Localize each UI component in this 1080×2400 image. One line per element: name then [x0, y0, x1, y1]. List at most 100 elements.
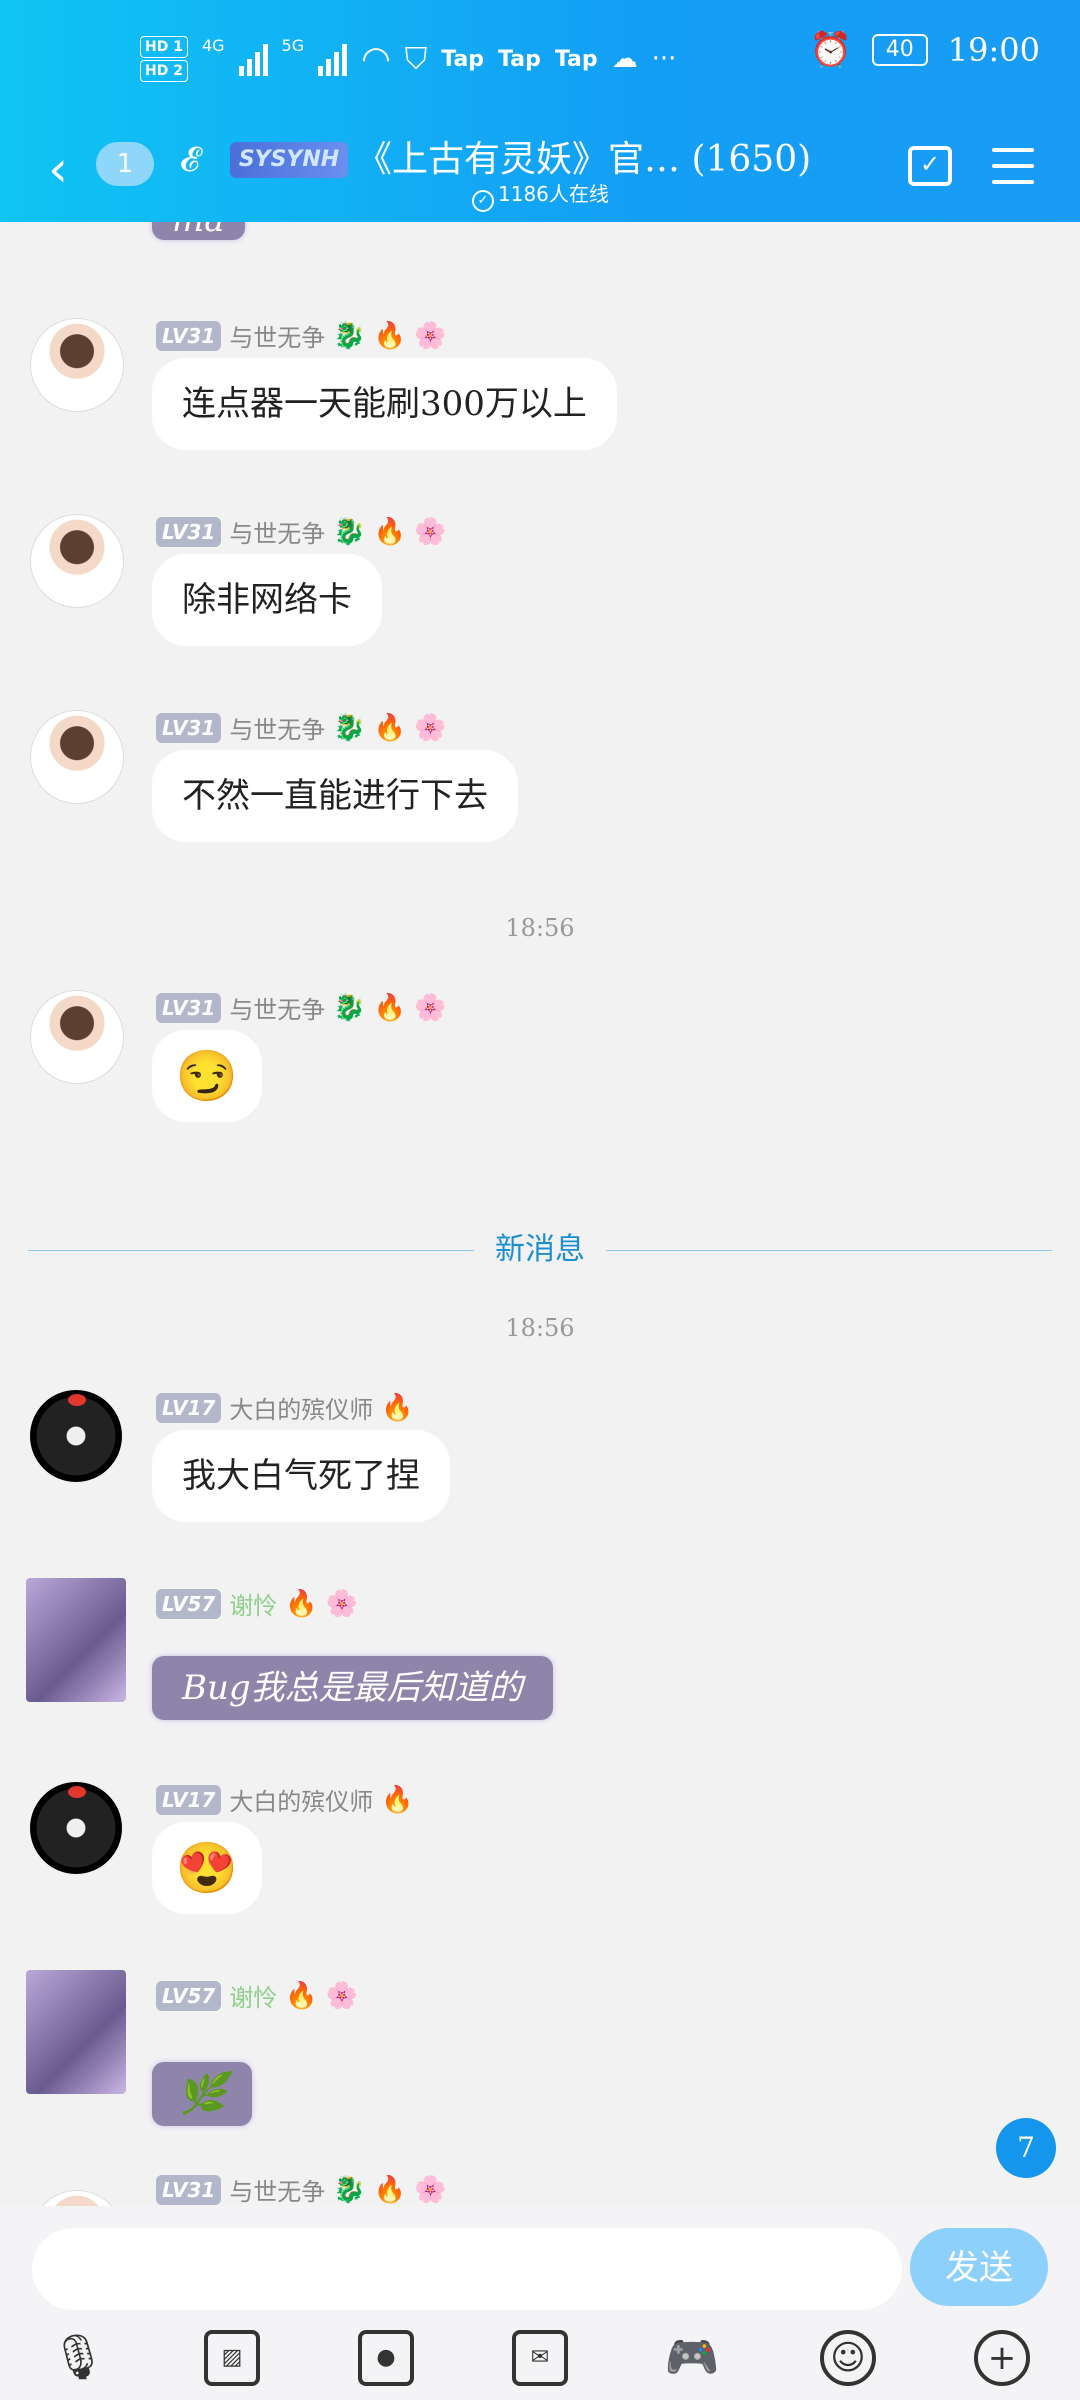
level-badge: LV31 — [156, 992, 222, 1023]
flower-icon: 🌸 — [325, 1980, 359, 2011]
flower-icon: 🌸 — [414, 2174, 447, 2205]
sender-name[interactable]: 与世无争 — [229, 318, 325, 353]
flower-icon: 🌸 — [414, 712, 447, 743]
avatar[interactable] — [30, 1390, 122, 1482]
avatar[interactable] — [30, 318, 124, 412]
avatar[interactable] — [26, 1578, 126, 1702]
sender-name[interactable]: 与世无争 — [229, 514, 325, 549]
dragon-icon: 🐉 — [333, 992, 366, 1023]
sim2-label: HD 2 — [140, 60, 188, 82]
sender-info: LV31 与世无争 🐉 🔥 🌸 — [156, 2172, 446, 2206]
more-notifications: ··· — [651, 44, 677, 74]
avatar[interactable] — [30, 990, 124, 1084]
unread-count-bubble[interactable]: 7 — [996, 2118, 1056, 2178]
sender-info: LV31 与世无争 🐉 🔥 🌸 — [156, 318, 446, 353]
app-notification-2: Tap — [498, 46, 541, 72]
battery-icon: 40 — [871, 34, 928, 66]
fire-icon: 🔥 — [285, 1980, 318, 2011]
level-badge: LV17 — [156, 1392, 222, 1423]
fire-icon: 🔥 — [381, 1784, 414, 1815]
sender-name[interactable]: 与世无争 — [229, 2172, 325, 2206]
fire-icon: 🔥 — [373, 516, 407, 547]
plus-icon[interactable]: + — [974, 2330, 1030, 2386]
flower-icon: 🌸 — [325, 1588, 359, 1619]
new-messages-label: 新消息 — [495, 1232, 585, 1267]
back-icon[interactable]: ‹ — [48, 144, 68, 194]
dragon-icon: 🐉 — [333, 320, 366, 351]
avatar[interactable] — [30, 710, 124, 804]
sender-name[interactable]: 与世无争 — [229, 710, 325, 745]
sender-info: LV57 谢怜 🔥 🌸 — [156, 1586, 358, 1621]
dragon-icon: 🐉 — [333, 2174, 366, 2205]
sender-info: LV31 与世无争 🐉 🔥 🌸 — [156, 514, 446, 549]
fire-icon: 🔥 — [373, 2174, 407, 2205]
timestamp: 18:56 — [505, 914, 575, 942]
level-badge: LV31 — [156, 320, 222, 351]
signal-icon — [238, 42, 268, 76]
message-bubble[interactable]: 我大白气死了捏 — [152, 1430, 450, 1522]
online-count: ✓ 1186人在线 — [472, 178, 609, 212]
red-packet-icon[interactable]: ✉ — [512, 2330, 568, 2386]
flower-icon: 🌸 — [414, 320, 447, 351]
composer-toolbar: 🎙 ▨ ● ✉ 🎮 ☺ + — [0, 2330, 1080, 2394]
fire-icon: 🔥 — [373, 712, 407, 743]
ear-icon[interactable]: 𝓔 — [180, 140, 199, 180]
emoji-message[interactable]: 😏 — [152, 1030, 262, 1122]
status-bar: HD 1 HD 2 4G 5G ◠ ⛉ Tap Tap Tap ☁ ··· ⏰ … — [0, 30, 1080, 100]
clock: 19:00 — [947, 31, 1040, 69]
avatar[interactable] — [30, 2190, 124, 2206]
level-badge: LV31 — [156, 516, 222, 547]
level-badge: LV17 — [156, 1784, 222, 1815]
group-logo: SYSYNH — [230, 142, 348, 178]
signal-icon-2 — [318, 42, 348, 76]
message-bubble[interactable]: 连点器一天能刷300万以上 — [152, 358, 617, 450]
game-icon[interactable]: 🎮 — [664, 2330, 720, 2386]
network-type-1: 4G — [201, 36, 225, 55]
app-notification-3: Tap — [554, 46, 598, 72]
sender-info: LV57 谢怜 🔥 🌸 — [156, 1978, 358, 2013]
avatar[interactable] — [30, 1782, 122, 1874]
sender-info: LV17 大白的殡仪师 🔥 — [156, 1782, 414, 1817]
group-title[interactable]: 《上古有灵妖》官… (1650) — [356, 130, 811, 182]
unread-badge[interactable]: 1 — [96, 142, 154, 186]
microphone-icon[interactable]: 🎙 — [50, 2330, 106, 2386]
sender-name[interactable]: 与世无争 — [229, 990, 325, 1025]
message-bubble[interactable]: 除非网络卡 — [152, 554, 382, 646]
sender-name[interactable]: 谢怜 — [229, 1978, 277, 2013]
fire-icon: 🔥 — [381, 1392, 414, 1423]
app-notification-1: Tap — [441, 46, 485, 72]
online-check-icon: ✓ — [472, 190, 494, 212]
sender-name[interactable]: 大白的殡仪师 — [229, 1390, 373, 1425]
sender-info: LV31 与世无争 🐉 🔥 🌸 — [156, 710, 446, 745]
weather-icon: ☁ — [611, 44, 638, 74]
message-bubble[interactable]: Bug我总是最后知道的 — [152, 1656, 553, 1720]
image-icon[interactable]: ▨ — [204, 2330, 260, 2386]
partial-message: ma — [152, 222, 245, 240]
level-badge: LV57 — [156, 1588, 222, 1619]
camera-icon[interactable]: ● — [358, 2330, 414, 2386]
message-bubble[interactable]: 不然一直能进行下去 — [152, 750, 518, 842]
shield-icon: ⛉ — [404, 41, 428, 77]
title-bar: ‹ 1 𝓔 SYSYNH 《上古有灵妖》官… (1650) ✓ 1186人在线 — [0, 130, 1080, 212]
sender-name[interactable]: 大白的殡仪师 — [229, 1782, 373, 1817]
fire-icon: 🔥 — [373, 320, 407, 351]
emoji-message[interactable]: 😍 — [152, 1822, 262, 1914]
chat-list[interactable]: ma LV31 与世无争 🐉🔥🌸 连点器一天能刷300万以上 LV31 与世无争… — [0, 222, 1080, 2206]
wifi-icon: ◠ — [361, 39, 391, 79]
fire-icon: 🔥 — [285, 1588, 318, 1619]
fire-icon: 🔥 — [373, 992, 407, 1023]
avatar[interactable] — [26, 1970, 126, 2094]
dragon-icon: 🐉 — [333, 712, 366, 743]
sender-name[interactable]: 谢怜 — [229, 1586, 277, 1621]
message-input[interactable] — [32, 2228, 902, 2310]
flower-icon: 🌸 — [414, 992, 447, 1023]
sim-indicators: HD 1 HD 2 — [140, 36, 188, 82]
sticker-message[interactable]: 🌿 — [152, 2062, 252, 2126]
level-badge: LV31 — [156, 2174, 222, 2205]
emoji-icon[interactable]: ☺ — [820, 2330, 876, 2386]
avatar[interactable] — [30, 514, 124, 608]
send-button[interactable]: 发送 — [910, 2228, 1048, 2306]
checkin-calendar-icon[interactable] — [908, 146, 952, 186]
level-badge: LV57 — [156, 1980, 222, 2011]
menu-icon[interactable] — [992, 148, 1034, 184]
